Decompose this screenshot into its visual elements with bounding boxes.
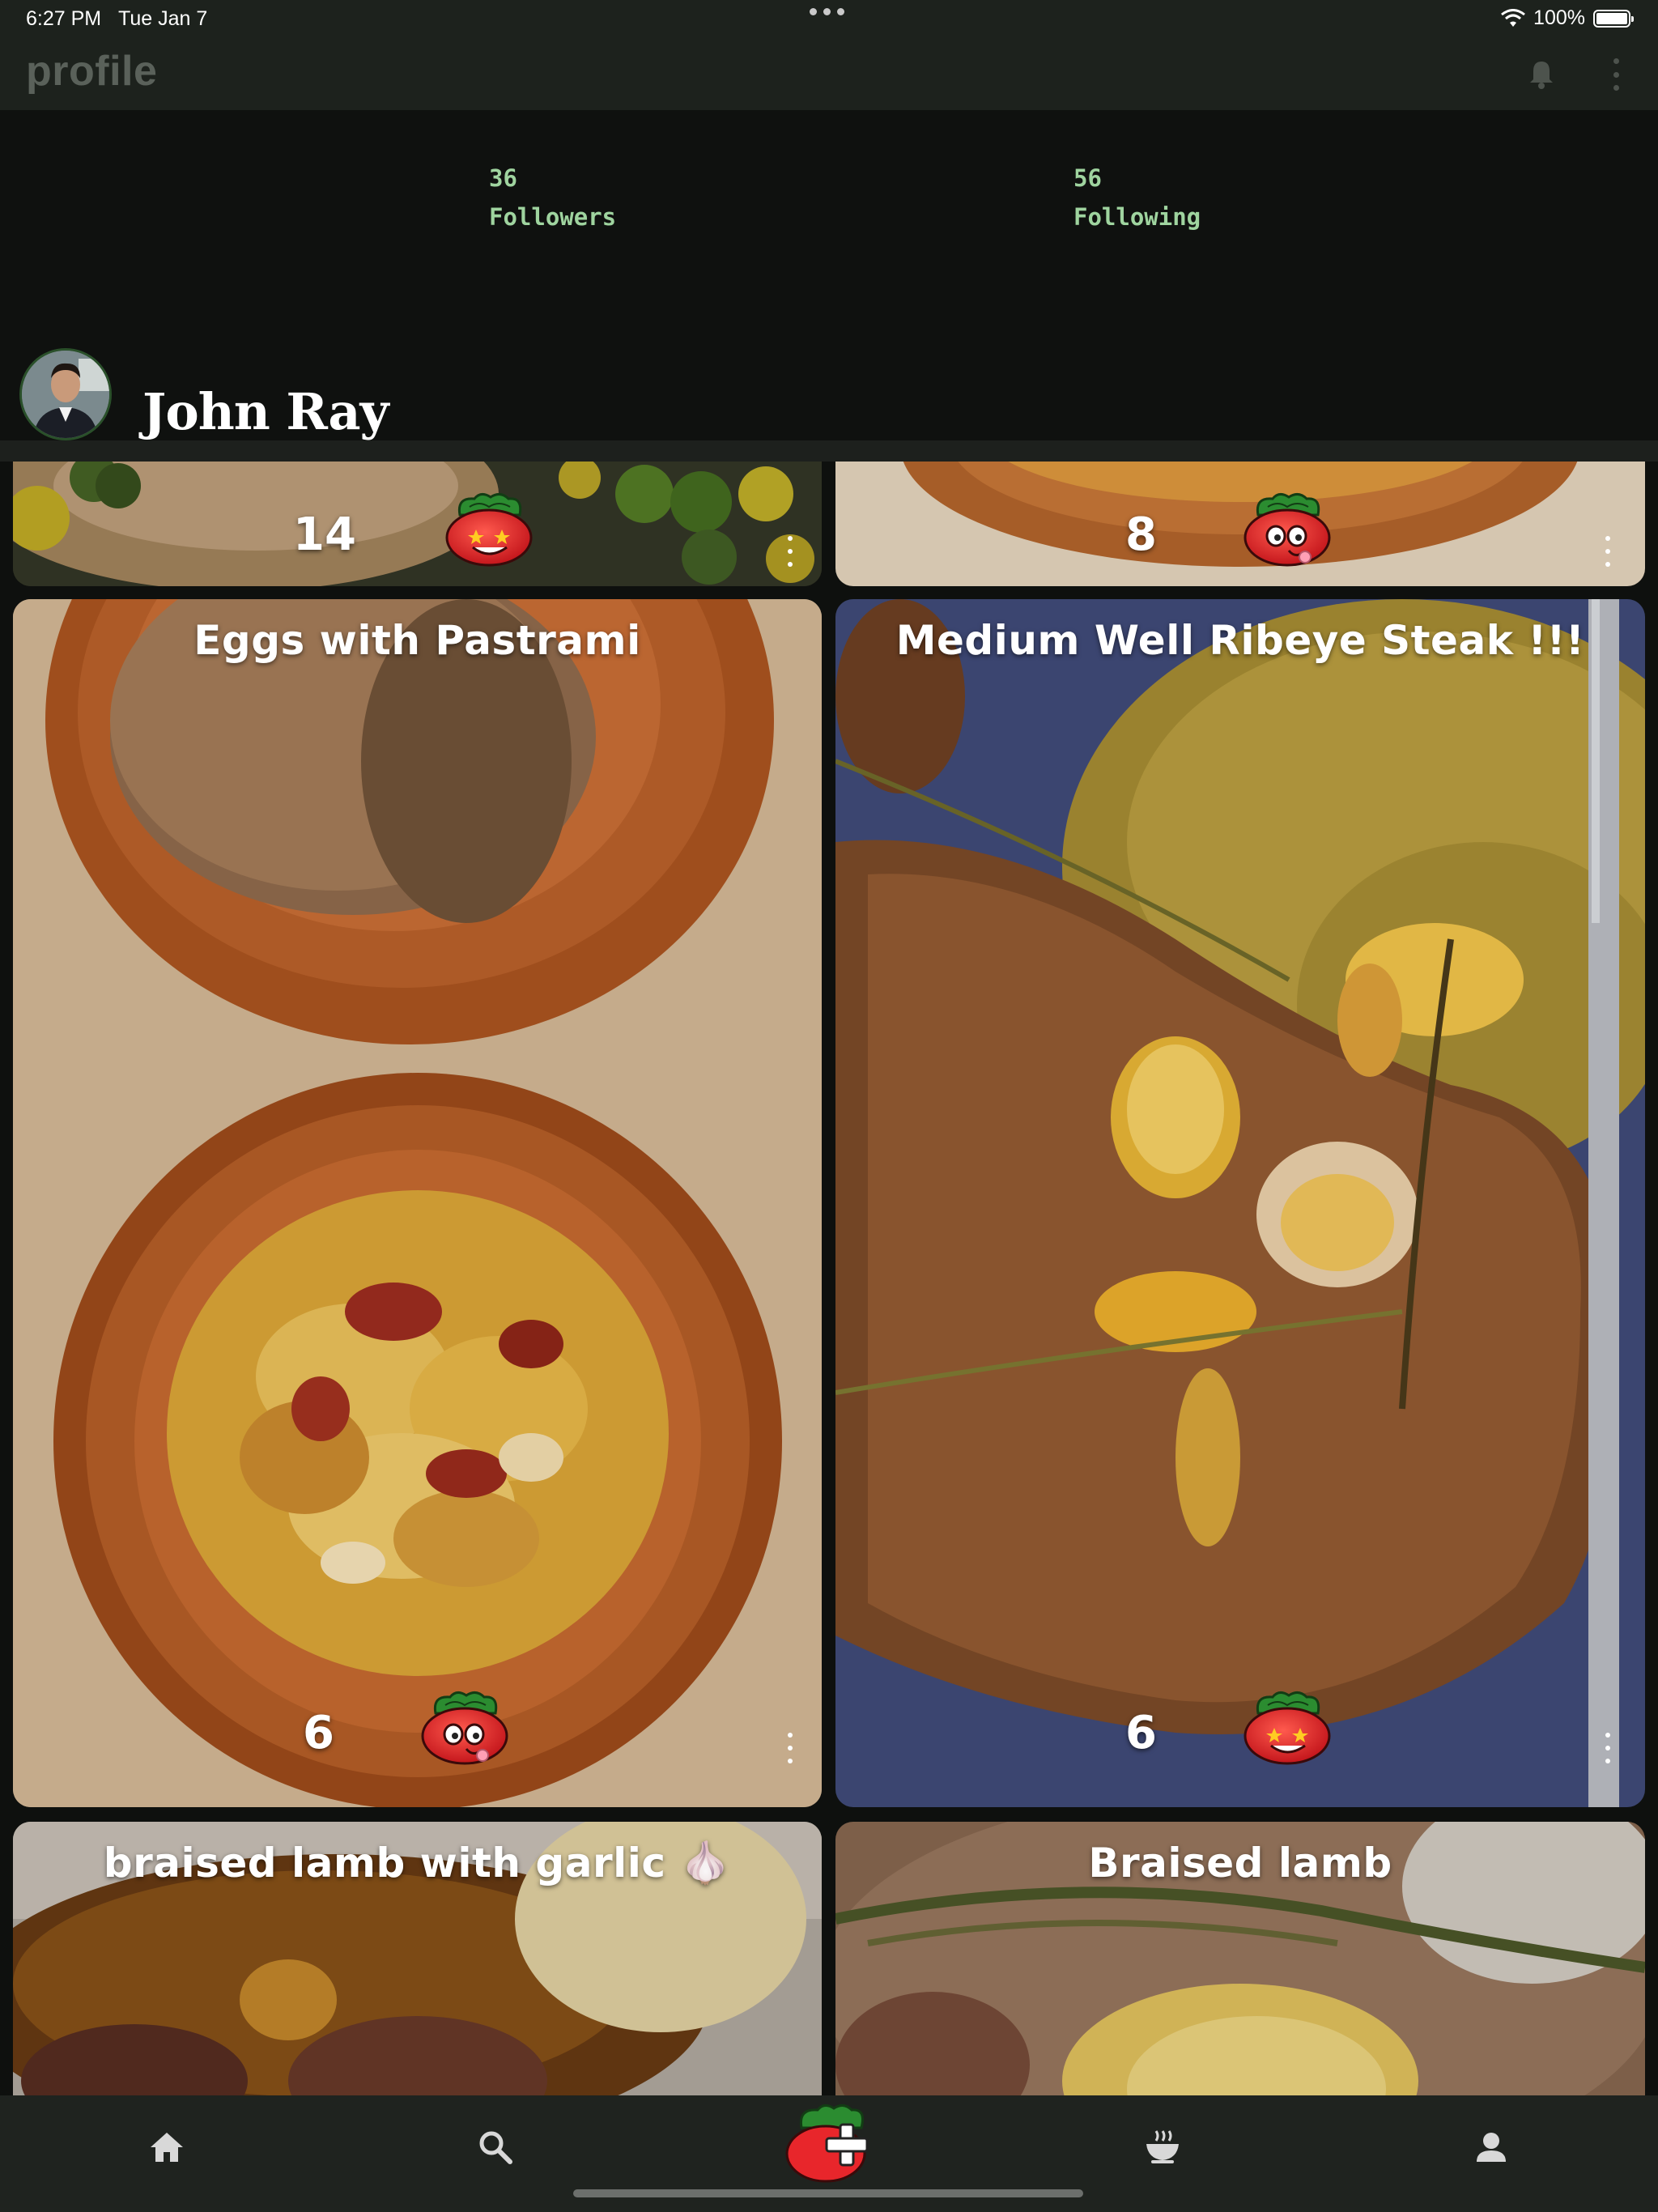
home-indicator[interactable] (573, 2189, 1083, 2197)
post-title: Medium Well Ribeye Steak !!! (895, 617, 1585, 664)
post-card[interactable]: Medium Well Ribeye Steak !!! 6 (835, 599, 1645, 1807)
avatar[interactable] (19, 348, 112, 440)
post-card[interactable]: 8 (835, 462, 1645, 586)
search-icon[interactable] (473, 2125, 518, 2170)
status-time: 6:27 PM (26, 7, 102, 30)
post-card[interactable]: braised lamb with garlic 🧄 (13, 1822, 822, 2095)
post-menu-icon[interactable] (1602, 1733, 1613, 1763)
post-image (835, 599, 1645, 1807)
more-options-icon[interactable] (1608, 58, 1624, 91)
post-image (13, 599, 822, 1807)
person-icon[interactable] (1469, 2125, 1514, 2170)
post-menu-icon[interactable] (784, 1733, 796, 1763)
page-title: profile (26, 48, 158, 95)
divider (0, 440, 1658, 462)
bowl-icon[interactable] (1140, 2125, 1185, 2170)
following-stat[interactable]: 56 Following (1073, 159, 1201, 236)
wifi-icon (1501, 8, 1525, 27)
reaction-count: 14 (293, 508, 356, 561)
posts-grid: 14 8 Eggs with Pastrami 6 Medium Well Ri… (0, 462, 1658, 2095)
drool-reaction-icon[interactable] (1240, 491, 1334, 568)
post-card[interactable]: 14 (13, 462, 822, 586)
post-image (13, 462, 822, 586)
status-date: Tue Jan 7 (118, 7, 208, 30)
post-card[interactable]: Braised lamb (835, 1822, 1645, 2095)
battery-icon (1593, 9, 1634, 28)
following-count: 56 (1073, 164, 1102, 192)
add-post-icon[interactable] (784, 2104, 874, 2184)
followers-label: Followers (489, 203, 617, 231)
top-bar: 6:27 PM Tue Jan 7 100% profile (0, 0, 1658, 110)
followers-count: 36 (489, 164, 517, 192)
star-eyes-reaction-icon[interactable] (1240, 1689, 1334, 1767)
star-eyes-reaction-icon[interactable] (442, 491, 536, 568)
drool-reaction-icon[interactable] (418, 1689, 512, 1767)
reaction-count: 8 (1125, 508, 1157, 561)
post-menu-icon[interactable] (1602, 536, 1613, 567)
home-icon[interactable] (144, 2125, 189, 2170)
reaction-count: 6 (1125, 1707, 1157, 1759)
profile-header: 36 Followers 56 Following John Ray (0, 110, 1658, 441)
battery-percent: 100% (1533, 6, 1585, 29)
notifications-bell-icon[interactable] (1524, 57, 1559, 92)
post-title: Eggs with Pastrami (193, 617, 641, 664)
status-right: 100% (1501, 6, 1634, 30)
reaction-count: 6 (303, 1707, 334, 1759)
user-name: John Ray (142, 382, 389, 441)
post-title: Braised lamb (1088, 1840, 1392, 1887)
following-label: Following (1073, 203, 1201, 231)
post-menu-icon[interactable] (784, 536, 796, 567)
post-card[interactable]: Eggs with Pastrami 6 (13, 599, 822, 1807)
multitasking-dots-icon[interactable] (810, 8, 844, 15)
post-title: braised lamb with garlic 🧄 (103, 1840, 732, 1887)
followers-stat[interactable]: 36 Followers (489, 159, 616, 236)
status-bar: 6:27 PM Tue Jan 7 100% (0, 0, 1658, 39)
